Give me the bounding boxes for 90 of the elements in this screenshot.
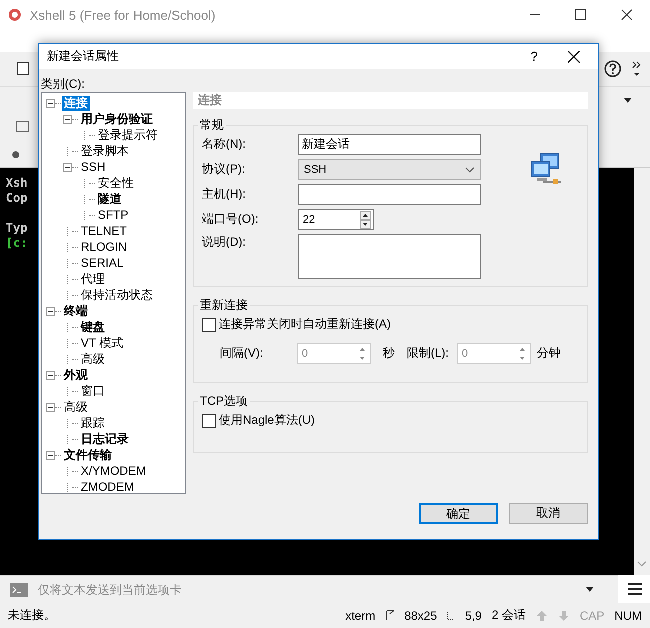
protocol-dropdown[interactable]: SSH: [298, 159, 481, 180]
chevron-down-icon[interactable]: [465, 166, 475, 172]
tree-item[interactable]: 键盘: [79, 320, 107, 334]
tree-item[interactable]: 高级: [79, 352, 107, 366]
tree-item[interactable]: 隧道: [96, 192, 124, 206]
name-field[interactable]: 新建会话: [298, 134, 481, 155]
terminal-size: 88x25: [404, 608, 438, 622]
tree-item[interactable]: SFTP: [96, 208, 131, 222]
up-arrow-icon: [536, 610, 548, 622]
field-label: 名称(N):: [202, 136, 247, 153]
group-title: TCP选项: [199, 393, 249, 410]
overflow-icon[interactable]: [632, 60, 642, 78]
cursor-icon: [447, 610, 456, 620]
collapse-icon[interactable]: [46, 306, 55, 316]
key-indicator: CAP: [580, 608, 605, 622]
ok-button[interactable]: 确定: [419, 503, 498, 524]
description-field[interactable]: [298, 234, 481, 279]
field-label: 端口号(O):: [202, 211, 260, 228]
tree-item[interactable]: 保持活动状态: [79, 288, 155, 302]
tree-item[interactable]: SERIAL: [79, 256, 126, 270]
dropdown-arrow-icon[interactable]: [586, 587, 594, 592]
unit-label: 秒: [382, 345, 396, 362]
menu-icon[interactable]: [628, 583, 642, 595]
help-button[interactable]: ?: [530, 49, 538, 64]
tree-item[interactable]: 连接: [62, 96, 90, 110]
resize-icon: [386, 610, 395, 621]
unit-label: 分钟: [536, 345, 562, 362]
terminal-text: Typ: [6, 221, 28, 235]
collapse-icon[interactable]: [63, 114, 72, 124]
collapse-icon[interactable]: [46, 402, 55, 412]
collapse-icon[interactable]: [46, 450, 55, 460]
window-title: Xshell 5 (Free for Home/School): [30, 8, 216, 22]
app-icon: [8, 8, 22, 22]
terminal-type: xterm: [346, 608, 376, 622]
dialog-title: 新建会话属性: [47, 48, 119, 65]
tree-item[interactable]: VT 模式: [79, 336, 126, 350]
group-title: 重新连接: [199, 297, 249, 314]
terminal-text: Xsh: [6, 176, 28, 190]
dropdown-arrow-icon[interactable]: [624, 98, 632, 102]
cursor-position: 5,9: [465, 608, 482, 622]
tree-item[interactable]: ZMODEM: [79, 480, 136, 494]
terminal-text: Cop: [6, 191, 28, 205]
checkbox-label: 连接异常关闭时自动重新连接(A): [219, 316, 391, 333]
down-arrow-icon: [558, 610, 570, 622]
field-label: 限制(L):: [407, 345, 450, 362]
tree-item[interactable]: SSH: [79, 160, 108, 174]
close-button[interactable]: [568, 50, 580, 62]
compose-icon[interactable]: [16, 121, 30, 135]
tree-item[interactable]: 外观: [62, 368, 90, 382]
tree-item[interactable]: 跟踪: [79, 416, 107, 430]
key-indicator: NUM: [614, 608, 642, 622]
tab-dot-icon[interactable]: [12, 151, 20, 159]
panel-header: 连接: [193, 92, 588, 109]
terminal-text: [c:: [6, 236, 28, 250]
help-icon[interactable]: [604, 60, 622, 78]
tree-item[interactable]: RLOGIN: [79, 240, 130, 254]
tree-item[interactable]: 文件传输: [62, 448, 114, 462]
send-bar[interactable]: 仅将文本发送到当前选项卡: [0, 574, 618, 604]
group-title: 常规: [199, 117, 225, 134]
session-count: 2 会话: [492, 607, 526, 624]
port-spinner[interactable]: 22: [298, 209, 374, 230]
scrollbar[interactable]: [634, 168, 650, 575]
collapse-icon[interactable]: [46, 370, 55, 380]
field-label: 间隔(V):: [220, 345, 264, 362]
tree-item[interactable]: 登录脚本: [79, 144, 131, 158]
field-label: 主机(H):: [202, 186, 247, 203]
field-label: 协议(P):: [202, 161, 246, 178]
status-message: 未连接。: [8, 607, 56, 624]
send-text-field[interactable]: 仅将文本发送到当前选项卡: [36, 582, 578, 598]
field-label: 说明(D):: [202, 234, 247, 251]
new-session-icon[interactable]: [16, 61, 32, 77]
tree-item[interactable]: 日志记录: [79, 432, 131, 446]
tree-item[interactable]: 终端: [62, 304, 90, 318]
tree-item[interactable]: 登录提示符: [96, 128, 160, 142]
tree-item[interactable]: X/YMODEM: [79, 464, 148, 478]
host-field[interactable]: [298, 184, 481, 205]
computers-icon: [529, 152, 563, 186]
category-label: 类别(C):: [41, 77, 86, 91]
terminal-icon: [10, 582, 28, 596]
checkbox[interactable]: [202, 414, 216, 428]
tree-item[interactable]: 安全性: [96, 176, 136, 190]
collapse-icon[interactable]: [46, 98, 55, 108]
tree-item[interactable]: 窗口: [79, 384, 107, 398]
checkbox-label: 使用Nagle算法(U): [219, 412, 316, 429]
tree-item[interactable]: 代理: [79, 272, 107, 286]
cancel-button[interactable]: 取消: [509, 503, 588, 524]
collapse-icon[interactable]: [63, 162, 72, 172]
tree-item[interactable]: 用户身份验证: [79, 112, 155, 126]
tree-item[interactable]: TELNET: [79, 224, 130, 238]
tree-item[interactable]: 高级: [62, 400, 90, 414]
